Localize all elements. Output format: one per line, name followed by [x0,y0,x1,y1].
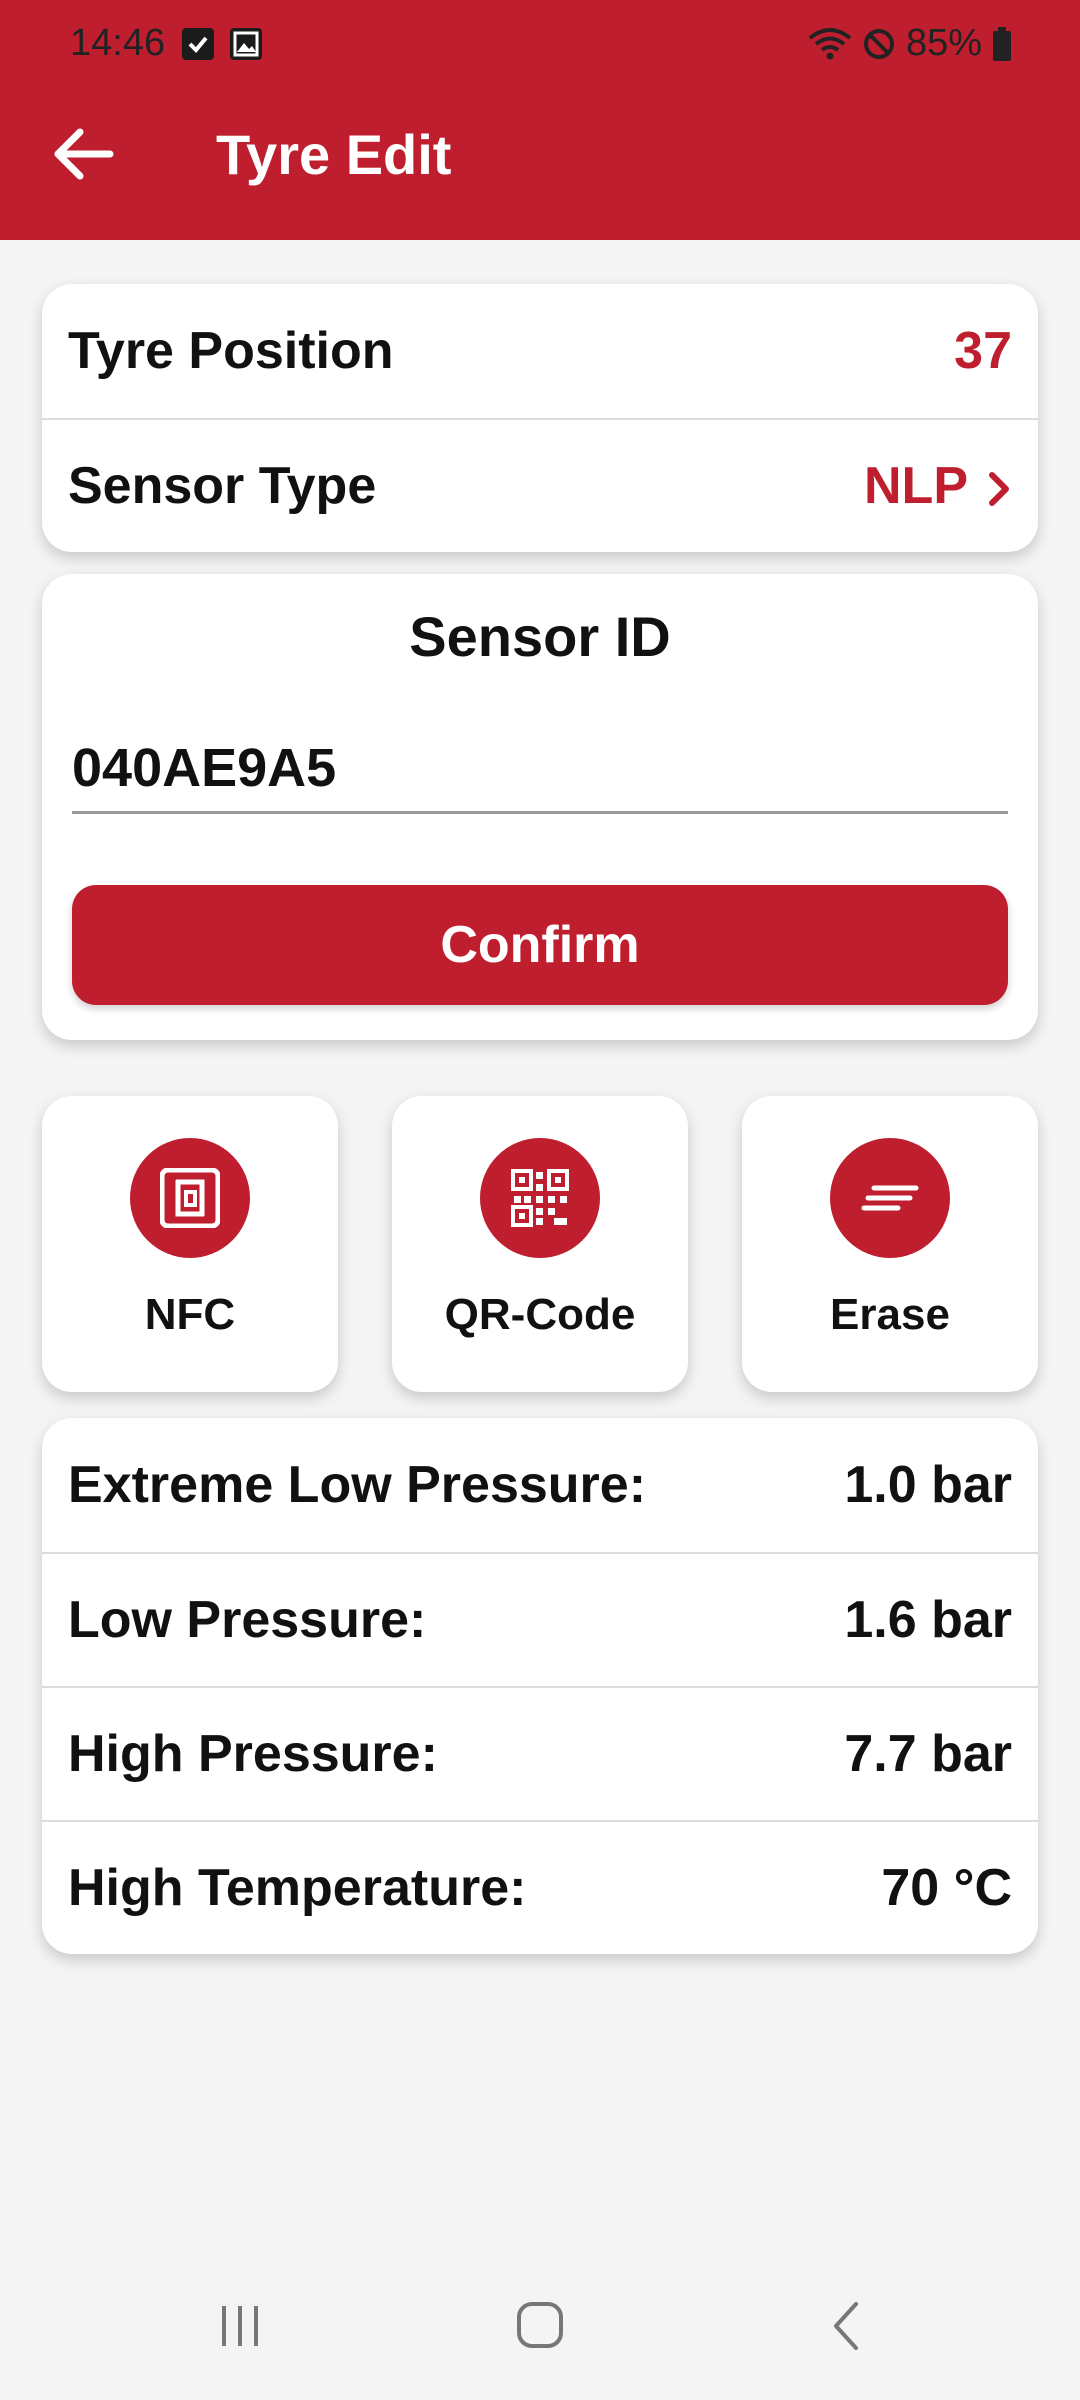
qr-code-icon [511,1169,569,1227]
sensor-id-card: Sensor ID Confirm [42,574,1038,1040]
tyre-position-value: 37 [954,322,1012,380]
erase-button[interactable]: Erase [742,1096,1038,1392]
home-button[interactable] [480,2270,600,2380]
tyre-info-card: Tyre Position 37 Sensor Type NLP [42,284,1038,552]
checkbox-notification-icon [182,28,214,60]
sensor-type-value-wrap: NLP [864,456,1012,516]
threshold-value: 1.6 bar [844,1591,1012,1649]
threshold-row: High Pressure: 7.7 bar [42,1686,1038,1820]
threshold-label: High Pressure: [68,1725,438,1783]
nfc-button[interactable]: NFC [42,1096,338,1392]
threshold-value: 70 °C [881,1859,1012,1917]
status-time: 14:46 [70,22,166,64]
app-bar: 14:46 85% Tyre Edit [0,0,1080,240]
tyre-position-row: Tyre Position 37 [42,284,1038,418]
system-nav-bar [0,2270,1080,2380]
threshold-label: Extreme Low Pressure: [68,1456,647,1514]
status-notification-icons [182,28,262,60]
threshold-row: Low Pressure: 1.6 bar [42,1552,1038,1686]
title-bar: Tyre Edit [0,110,1080,200]
qr-code-button[interactable]: QR-Code [392,1096,688,1392]
recent-apps-button[interactable] [180,2270,300,2380]
sensor-type-value: NLP [864,457,968,515]
sensor-id-input[interactable] [72,724,1008,814]
nav-back-button[interactable] [786,2270,906,2380]
confirm-button[interactable]: Confirm [72,885,1008,1005]
nav-back-icon [834,2302,858,2350]
status-system-icons: 85% [808,22,1012,65]
qr-code-icon-circle [480,1138,600,1258]
erase-icon-circle [830,1138,950,1258]
page-title: Tyre Edit [216,123,452,186]
threshold-value: 1.0 bar [844,1456,1012,1514]
threshold-row: Extreme Low Pressure: 1.0 bar [42,1418,1038,1552]
nfc-label: NFC [144,1290,236,1339]
back-button[interactable] [48,122,120,186]
nfc-icon [160,1168,220,1228]
sensor-type-label: Sensor Type [68,457,377,515]
battery-icon [993,26,1011,61]
sensor-type-row[interactable]: Sensor Type NLP [42,418,1038,552]
threshold-value: 7.7 bar [844,1725,1012,1783]
status-bar: 14:46 85% [0,0,1080,92]
threshold-row: High Temperature: 70 °C [42,1820,1038,1954]
wifi-icon [808,27,852,59]
do-not-disturb-icon [863,28,894,59]
tyre-position-label: Tyre Position [68,322,394,380]
image-notification-icon [230,28,262,60]
recent-apps-icon [222,2306,258,2346]
qr-code-label: QR-Code [444,1290,636,1339]
threshold-label: Low Pressure: [68,1591,427,1649]
erase-label: Erase [830,1290,950,1339]
battery-percent: 85% [905,22,982,64]
sensor-id-title: Sensor ID [409,605,671,668]
chevron-right-icon [989,472,1009,507]
erase-icon [861,1185,919,1211]
home-icon [517,2302,563,2348]
arrow-back-icon [54,128,114,180]
threshold-label: High Temperature: [68,1859,527,1917]
nfc-icon-circle [130,1138,250,1258]
thresholds-card: Extreme Low Pressure: 1.0 bar Low Pressu… [42,1418,1038,1954]
